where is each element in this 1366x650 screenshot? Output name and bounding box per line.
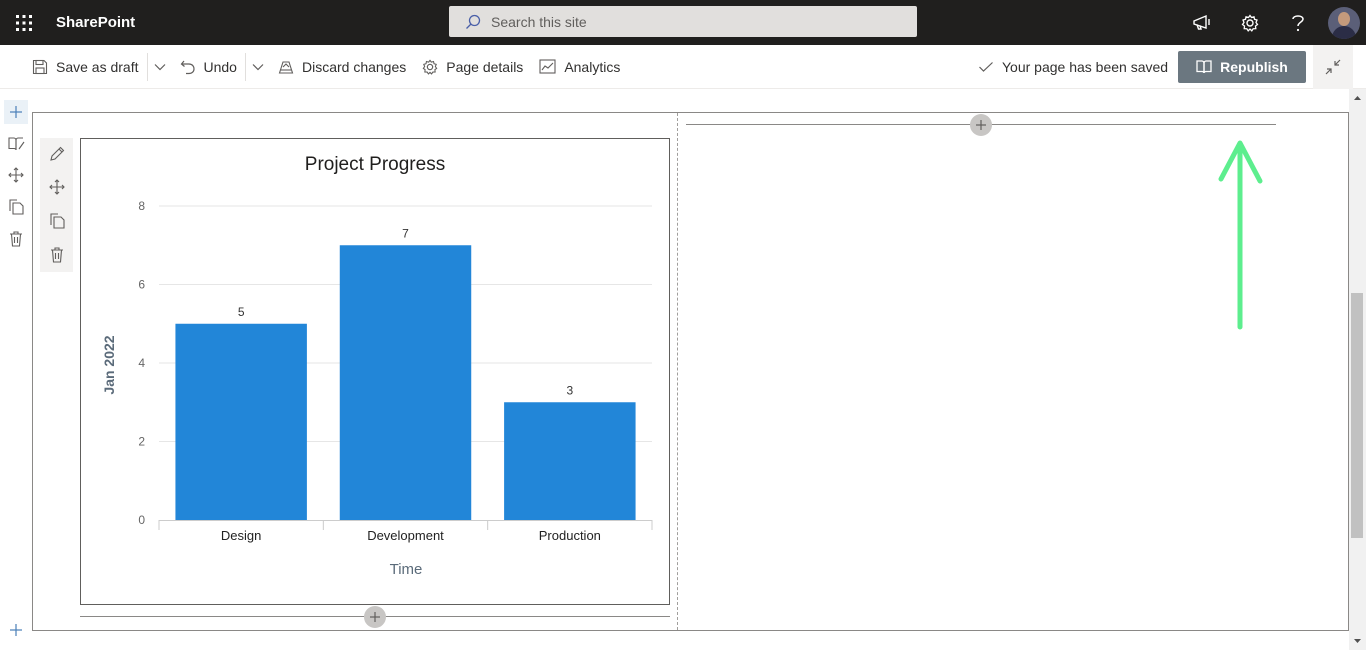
gear-icon[interactable] [1226,0,1274,45]
analytics-button[interactable]: Analytics [531,45,628,89]
delete-section-icon[interactable] [4,227,28,251]
undo-label: Undo [203,58,237,75]
y-tick-label: 0 [138,513,145,527]
x-tick-label: Production [539,528,601,543]
x-axis-label: Time [390,561,423,578]
app-launcher-icon[interactable] [0,0,48,45]
save-options-chevron-down-icon[interactable] [148,45,172,89]
brand-link[interactable]: SharePoint [56,14,135,31]
scrollbar-thumb[interactable] [1351,293,1363,538]
discard-icon [278,59,302,75]
column-divider [677,113,678,630]
megaphone-icon[interactable] [1178,0,1226,45]
y-axis-label: Jan 2022 [101,335,117,394]
bar-development[interactable] [339,245,472,520]
collapse-icon[interactable] [1313,45,1353,89]
annotation-up-arrow-icon [1218,140,1263,330]
chart-bars: 5 7 3 [175,226,636,520]
save-icon [32,59,56,75]
gear-icon [422,58,446,75]
add-section-plus-icon[interactable] [4,100,28,124]
section-toolbar [0,89,32,650]
scroll-down-arrow-icon[interactable] [1349,633,1366,650]
add-webpart-plus-icon[interactable] [970,114,992,136]
bar-design[interactable] [175,323,307,520]
undo-options-chevron-down-icon[interactable] [246,45,270,89]
save-draft-button[interactable]: Save as draft [24,45,147,89]
chart-webpart[interactable]: Project Progress 0 2 4 6 8 5 7 3 Design Develop… [80,138,670,605]
save-status: Your page has been saved [978,45,1168,89]
search-icon [465,14,481,30]
book-icon [1196,60,1220,74]
page-details-label: Page details [446,58,524,75]
x-tick-label: Design [221,528,261,543]
move-section-icon[interactable] [4,163,28,187]
save-status-text: Your page has been saved [1002,59,1169,75]
undo-button[interactable]: Undo [172,45,245,89]
page-details-button[interactable]: Page details [414,45,531,89]
republish-button[interactable]: Republish [1178,51,1306,83]
delete-webpart-icon[interactable] [45,243,69,267]
data-label: 5 [238,305,245,319]
add-section-bottom-plus-icon[interactable] [4,618,28,642]
webpart-toolbar [40,138,73,272]
avatar[interactable] [1328,6,1360,39]
search-placeholder: Search this site [491,13,587,30]
bar-production[interactable] [504,402,636,520]
move-webpart-icon[interactable] [45,175,69,199]
add-webpart-plus-icon[interactable] [364,606,386,628]
analytics-label: Analytics [564,58,621,75]
duplicate-section-icon[interactable] [4,195,28,219]
data-label: 3 [566,383,573,397]
save-draft-label: Save as draft [56,58,139,75]
y-tick-label: 4 [138,356,145,370]
suite-bar: SharePoint Search this site [0,0,1366,45]
discard-changes-button[interactable]: Discard changes [270,45,414,89]
help-icon[interactable] [1274,0,1322,45]
y-axis-ticks: 0 2 4 6 8 [138,199,145,527]
y-tick-label: 8 [138,199,145,213]
y-tick-label: 2 [138,435,145,449]
discard-label: Discard changes [301,58,407,75]
analytics-icon [539,59,564,74]
checkmark-icon [978,61,1002,73]
edit-section-icon[interactable] [4,132,28,156]
x-tick-label: Development [367,528,444,543]
search-box[interactable]: Search this site [449,6,917,37]
chart-title: Project Progress [305,154,445,175]
republish-label: Republish [1220,59,1288,75]
data-label: 7 [402,226,409,240]
x-axis: Design Development Production [158,520,653,543]
y-tick-label: 6 [138,278,145,292]
undo-icon [180,59,204,75]
edit-pencil-icon[interactable] [45,142,69,166]
scroll-up-arrow-icon[interactable] [1349,89,1366,106]
duplicate-webpart-icon[interactable] [45,209,69,233]
bar-chart: Project Progress 0 2 4 6 8 5 7 3 Design Develop… [101,154,653,578]
